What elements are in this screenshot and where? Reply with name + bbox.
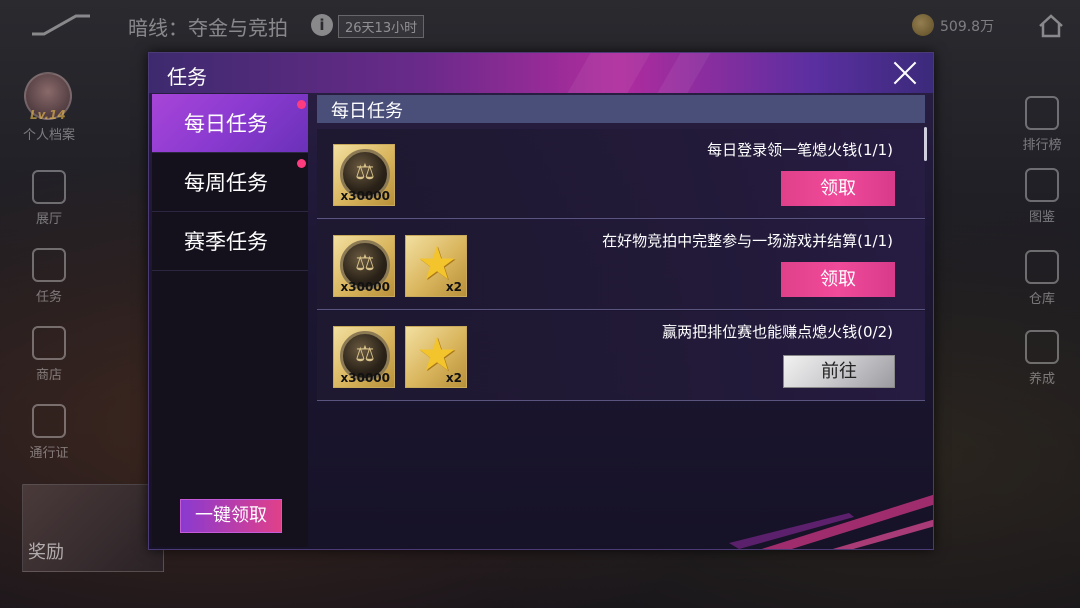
reward-item[interactable]: x30000 [333, 144, 395, 206]
tab-label: 每日任务 [184, 112, 268, 136]
menu-item-growth[interactable]: 养成 [1007, 330, 1077, 387]
notification-dot [297, 159, 306, 168]
reward-item[interactable]: ★ x2 [405, 235, 467, 297]
claim-all-button[interactable]: 一键领取 [180, 499, 282, 533]
menu-label: 任务 [35, 290, 62, 305]
section-title: 每日任务 [331, 101, 403, 122]
currency-coin-icon [912, 14, 934, 36]
reward-quantity: x2 [445, 371, 462, 385]
profile-menu-item[interactable]: 个人档案 [14, 124, 84, 143]
growth-icon [1025, 330, 1059, 364]
menu-item-shop[interactable]: 商店 [14, 326, 84, 383]
menu-item-pass[interactable]: 通行证 [14, 404, 84, 461]
modal-header: 任务 [149, 53, 933, 93]
player-level: Lv.14 [30, 108, 66, 122]
reward-quantity: x30000 [340, 371, 391, 385]
task-modal: 任务 每日任务 每周任务 赛季任务 一键领取 每日任务 x30000 每日登录领… [148, 52, 934, 550]
section-header: 每日任务 [317, 95, 925, 123]
tab-label: 赛季任务 [184, 230, 268, 254]
modal-title: 任务 [167, 65, 207, 89]
menu-item-showroom[interactable]: 展厅 [14, 170, 84, 227]
time-remaining-badge: 26天13小时 [338, 15, 425, 38]
menu-item-album[interactable]: 图鉴 [1007, 168, 1077, 225]
header-decoration [567, 53, 651, 93]
trophy-icon [32, 170, 66, 204]
back-icon[interactable] [30, 12, 92, 38]
menu-item-tasks[interactable]: 任务 [14, 248, 84, 305]
scrollbar[interactable] [924, 127, 927, 161]
menu-label: 图鉴 [1028, 210, 1055, 225]
tab-daily-tasks[interactable]: 每日任务 [152, 94, 308, 153]
menu-label: 展厅 [35, 212, 62, 227]
task-row: x30000 ★ x2 赢两把排位赛也能赚点熄火钱(0/2) 前往 [317, 311, 925, 401]
corner-decoration [729, 494, 933, 549]
reward-item[interactable]: x30000 [333, 235, 395, 297]
reward-item[interactable]: x30000 [333, 326, 395, 388]
menu-label: 通行证 [29, 446, 69, 461]
task-row: x30000 每日登录领一笔熄火钱(1/1) 领取 [317, 129, 925, 219]
menu-label: 养成 [1028, 372, 1055, 387]
notification-dot [297, 100, 306, 109]
shop-icon [32, 326, 66, 360]
reward-quantity: x2 [445, 280, 462, 294]
menu-label: 仓库 [1028, 292, 1055, 307]
home-icon[interactable] [1038, 14, 1064, 38]
menu-item-leaderboard[interactable]: 排行榜 [1007, 96, 1077, 153]
reward-item[interactable]: ★ x2 [405, 326, 467, 388]
menu-label: 排行榜 [1022, 138, 1062, 153]
event-title: 暗线：夺金与竞拍 [128, 16, 288, 40]
leaderboard-icon [1025, 96, 1059, 130]
task-row: x30000 ★ x2 在好物竞拍中完整参与一场游戏并结算(1/1) 领取 [317, 220, 925, 310]
reward-quantity: x30000 [340, 280, 391, 294]
reward-quantity: x30000 [340, 189, 391, 203]
top-bar: 暗线：夺金与竞拍 i 26天13小时 509.8万 [0, 0, 1080, 52]
info-icon[interactable]: i [311, 14, 333, 36]
profile-label: 个人档案 [22, 128, 75, 143]
task-name: 每日登录领一笔熄火钱(1/1) [707, 141, 893, 159]
menu-label: 商店 [35, 368, 62, 383]
task-name: 在好物竞拍中完整参与一场游戏并结算(1/1) [602, 232, 893, 250]
currency-value: 509.8万 [940, 19, 995, 35]
tab-season-tasks[interactable]: 赛季任务 [152, 212, 308, 271]
menu-item-warehouse[interactable]: 仓库 [1007, 250, 1077, 307]
tab-label: 每周任务 [184, 171, 268, 195]
task-tabs: 每日任务 每周任务 赛季任务 一键领取 [152, 94, 308, 547]
header-decoration [657, 53, 711, 93]
tab-weekly-tasks[interactable]: 每周任务 [152, 153, 308, 212]
goto-button[interactable]: 前往 [783, 355, 895, 388]
close-icon[interactable] [891, 59, 919, 87]
task-name: 赢两把排位赛也能赚点熄火钱(0/2) [662, 323, 893, 341]
clipboard-icon [32, 248, 66, 282]
claim-button[interactable]: 领取 [781, 171, 895, 206]
claim-button[interactable]: 领取 [781, 262, 895, 297]
album-icon [1025, 168, 1059, 202]
warehouse-icon [1025, 250, 1059, 284]
reward-label: 奖励 [28, 542, 64, 563]
pass-icon [32, 404, 66, 438]
